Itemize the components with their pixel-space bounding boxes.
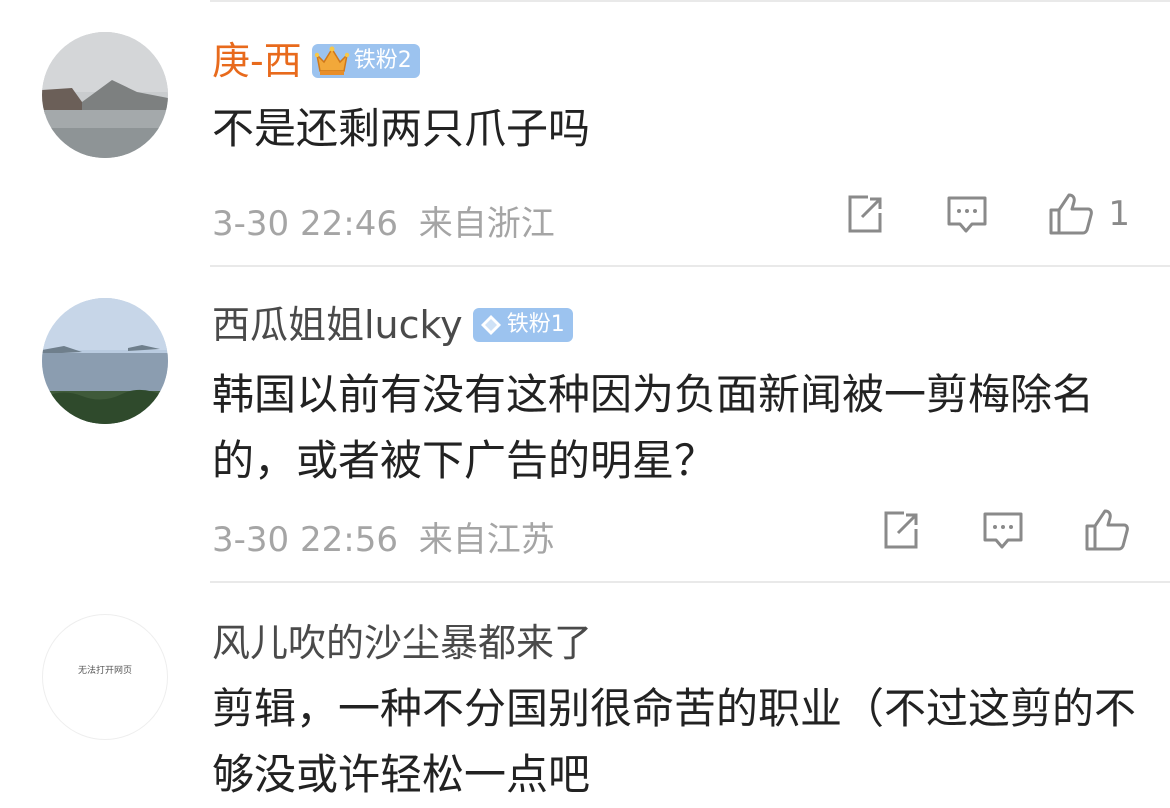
diamond-icon [479, 313, 503, 337]
comment-icon [947, 196, 987, 233]
avatar-placeholder-text: 无法打开网页 [77, 666, 132, 676]
comment-text: 韩国以前有没有这种因为负面新闻被一剪梅除名的，或者被下广告的明星？ [212, 370, 1095, 485]
location: 来自浙江 [418, 204, 555, 244]
like-button[interactable]: 1 [1048, 192, 1130, 236]
fan-badge-label: 铁粉1 [506, 312, 565, 337]
comment-actions: 1 [784, 192, 1130, 236]
comment-meta: 3-30 22:56 来自江苏 [212, 512, 555, 561]
username[interactable]: 西瓜姐姐lucky 铁粉1 [212, 300, 573, 350]
comment-text: 剪辑，一种不分国别很命苦的职业（不过这剪的不够没或许轻松一点吧 [212, 684, 1137, 799]
thumbs-up-icon [1049, 193, 1094, 235]
comment-text: 不是还剩两只爪子吗 [212, 104, 591, 153]
username-text[interactable]: 庚-西 [212, 36, 302, 86]
reply-button[interactable] [946, 193, 988, 235]
avatar[interactable] [42, 298, 168, 424]
share-button[interactable] [880, 509, 922, 551]
like-button[interactable] [1084, 508, 1130, 552]
comment-meta: 3-30 22:46 来自浙江 [212, 196, 555, 245]
timestamp: 3-30 22:56 [212, 520, 398, 560]
location: 来自江苏 [418, 520, 555, 560]
fan-badge[interactable]: 铁粉1 [472, 308, 573, 342]
like-count: 1 [1108, 194, 1130, 234]
fan-badge[interactable]: 铁粉2 [311, 44, 420, 78]
avatar[interactable]: 无法打开网页 [42, 614, 168, 740]
thumbs-up-icon [1085, 509, 1129, 551]
share-icon [848, 195, 882, 233]
username-text[interactable]: 西瓜姐姐lucky [212, 300, 463, 350]
username[interactable]: 庚-西 铁粉2 [212, 36, 420, 86]
share-button[interactable] [844, 193, 886, 235]
comment-icon [983, 512, 1023, 549]
avatar-image [42, 298, 168, 424]
avatar-image [42, 32, 168, 158]
timestamp: 3-30 22:46 [212, 204, 398, 244]
username-text[interactable]: 风儿吹的沙尘暴都来了 [212, 618, 592, 668]
crown-icon [314, 45, 350, 77]
comment-divider [210, 581, 1170, 583]
share-icon [884, 511, 918, 549]
avatar[interactable] [42, 32, 168, 158]
username[interactable]: 风儿吹的沙尘暴都来了 [212, 618, 592, 668]
fan-badge-label: 铁粉2 [353, 48, 412, 73]
reply-button[interactable] [982, 509, 1024, 551]
top-divider [210, 0, 1170, 2]
comment-divider [210, 265, 1170, 267]
comment-actions [820, 508, 1130, 552]
